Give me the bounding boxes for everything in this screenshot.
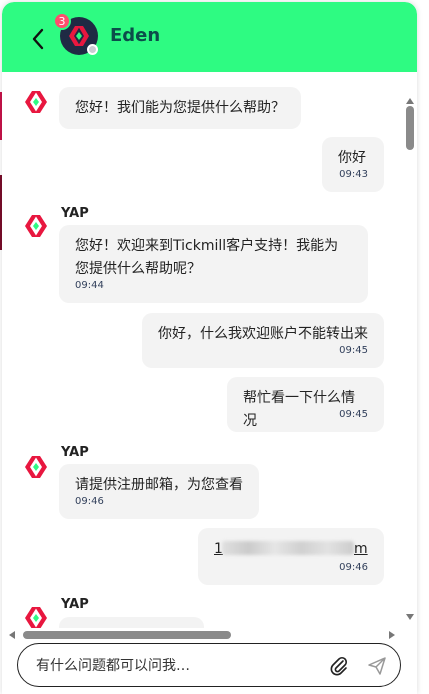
back-button[interactable] — [28, 26, 48, 52]
message-list: 您好！我们能为您提供什么帮助？ 你好 09:43 YAP 您好！欢迎来到Tick… — [2, 72, 417, 628]
chat-header: 3 Eden — [2, 2, 417, 72]
sender-name: YAP — [61, 445, 89, 460]
scroll-right-arrow-icon[interactable] — [389, 631, 395, 639]
message-bubble: 1 m 09:46 — [198, 528, 384, 585]
scroll-up-arrow-icon[interactable] — [406, 98, 414, 104]
horizontal-scrollbar[interactable] — [7, 629, 402, 641]
scrollbar-thumb[interactable] — [406, 106, 414, 150]
message-time: 09:45 — [339, 409, 368, 420]
message-time: 09:45 — [339, 345, 368, 356]
message-bubble: 帮忙看一下什么情况 09:45 — [227, 377, 384, 432]
chevron-left-icon — [32, 28, 44, 50]
message-time: 09:46 — [339, 562, 368, 573]
sender-name: YAP — [61, 206, 89, 221]
message-time: 09:43 — [339, 169, 368, 180]
message-text: 您好！欢迎来到Tickmill客户支持！我能为 — [75, 238, 339, 254]
message-time: 09:46 — [75, 496, 104, 507]
scroll-down-arrow-icon[interactable] — [406, 614, 414, 620]
message-bubble: 您好！我们能为您提供什么帮助？ — [59, 87, 301, 129]
send-icon — [368, 657, 386, 675]
message-bubble — [59, 617, 204, 628]
agent-logo-icon — [22, 212, 50, 240]
message-bubble: 您好！欢迎来到Tickmill客户支持！我能为 您提供什么帮助呢？ 09:44 — [59, 225, 368, 303]
message-input[interactable] — [34, 655, 318, 677]
message-bubble: 你好，什么我欢迎账户不能转出来 09:45 — [142, 313, 384, 368]
agent-logo-icon — [22, 88, 50, 116]
message-time: 09:44 — [75, 280, 104, 291]
attach-button[interactable] — [328, 655, 350, 677]
send-button[interactable] — [366, 655, 388, 677]
message-text: 您提供什么帮助呢？ — [75, 261, 201, 277]
scroll-left-arrow-icon[interactable] — [9, 631, 15, 639]
unread-badge: 3 — [53, 12, 71, 30]
chat-widget: 3 Eden 您好！我们能为您提供什么帮助？ 你好 09:43 YAP 您好！欢… — [2, 2, 417, 694]
message-text: 你好，什么我欢迎账户不能转出来 — [158, 326, 368, 342]
status-dot — [87, 44, 98, 55]
redacted-email — [222, 541, 354, 555]
sender-name: YAP — [61, 597, 89, 612]
message-composer — [17, 643, 401, 687]
paperclip-icon — [330, 656, 348, 676]
message-bubble: 请提供注册邮箱，为您查看 09:46 — [59, 464, 259, 519]
agent-name: Eden — [110, 25, 161, 46]
agent-logo-icon — [22, 604, 50, 628]
agent-avatar: 3 — [53, 12, 100, 57]
message-bubble: 你好 09:43 — [322, 137, 384, 192]
scrollbar-thumb[interactable] — [23, 631, 231, 639]
agent-logo-icon — [22, 453, 50, 481]
vertical-scrollbar[interactable] — [404, 80, 416, 625]
message-text: 您好！我们能为您提供什么帮助？ — [75, 100, 285, 116]
